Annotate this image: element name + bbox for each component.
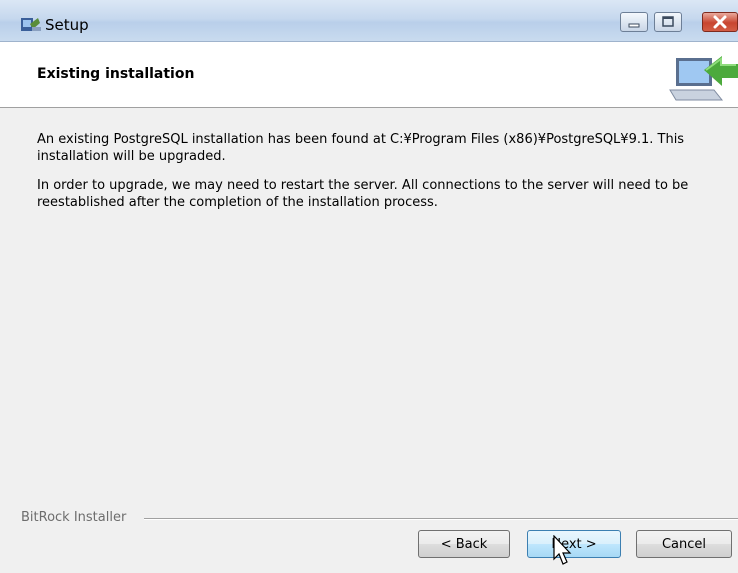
window-title: Setup	[45, 16, 89, 34]
cancel-button[interactable]: Cancel	[636, 530, 732, 558]
footer-divider	[144, 518, 738, 520]
setup-app-icon	[21, 18, 41, 31]
existing-install-message: An existing PostgreSQL installation has …	[37, 132, 685, 164]
minimize-button[interactable]	[620, 12, 648, 32]
computer-install-icon	[669, 56, 738, 101]
next-button[interactable]: Next >	[527, 530, 621, 558]
close-button[interactable]	[702, 12, 738, 32]
page-title: Existing installation	[37, 66, 195, 82]
back-button[interactable]: < Back	[418, 530, 510, 558]
maximize-button[interactable]	[654, 12, 682, 32]
minimize-icon	[628, 23, 640, 28]
upgrade-restart-message: In order to upgrade, we may need to rest…	[37, 178, 689, 210]
wizard-header: Existing installation	[0, 42, 738, 108]
maximize-icon	[662, 16, 674, 27]
close-icon	[713, 15, 727, 29]
installer-brand-label: BitRock Installer	[21, 510, 133, 525]
content-area: An existing PostgreSQL installation has …	[37, 131, 727, 223]
mouse-pointer-icon	[553, 535, 572, 565]
title-bar[interactable]: Setup	[0, 0, 738, 42]
